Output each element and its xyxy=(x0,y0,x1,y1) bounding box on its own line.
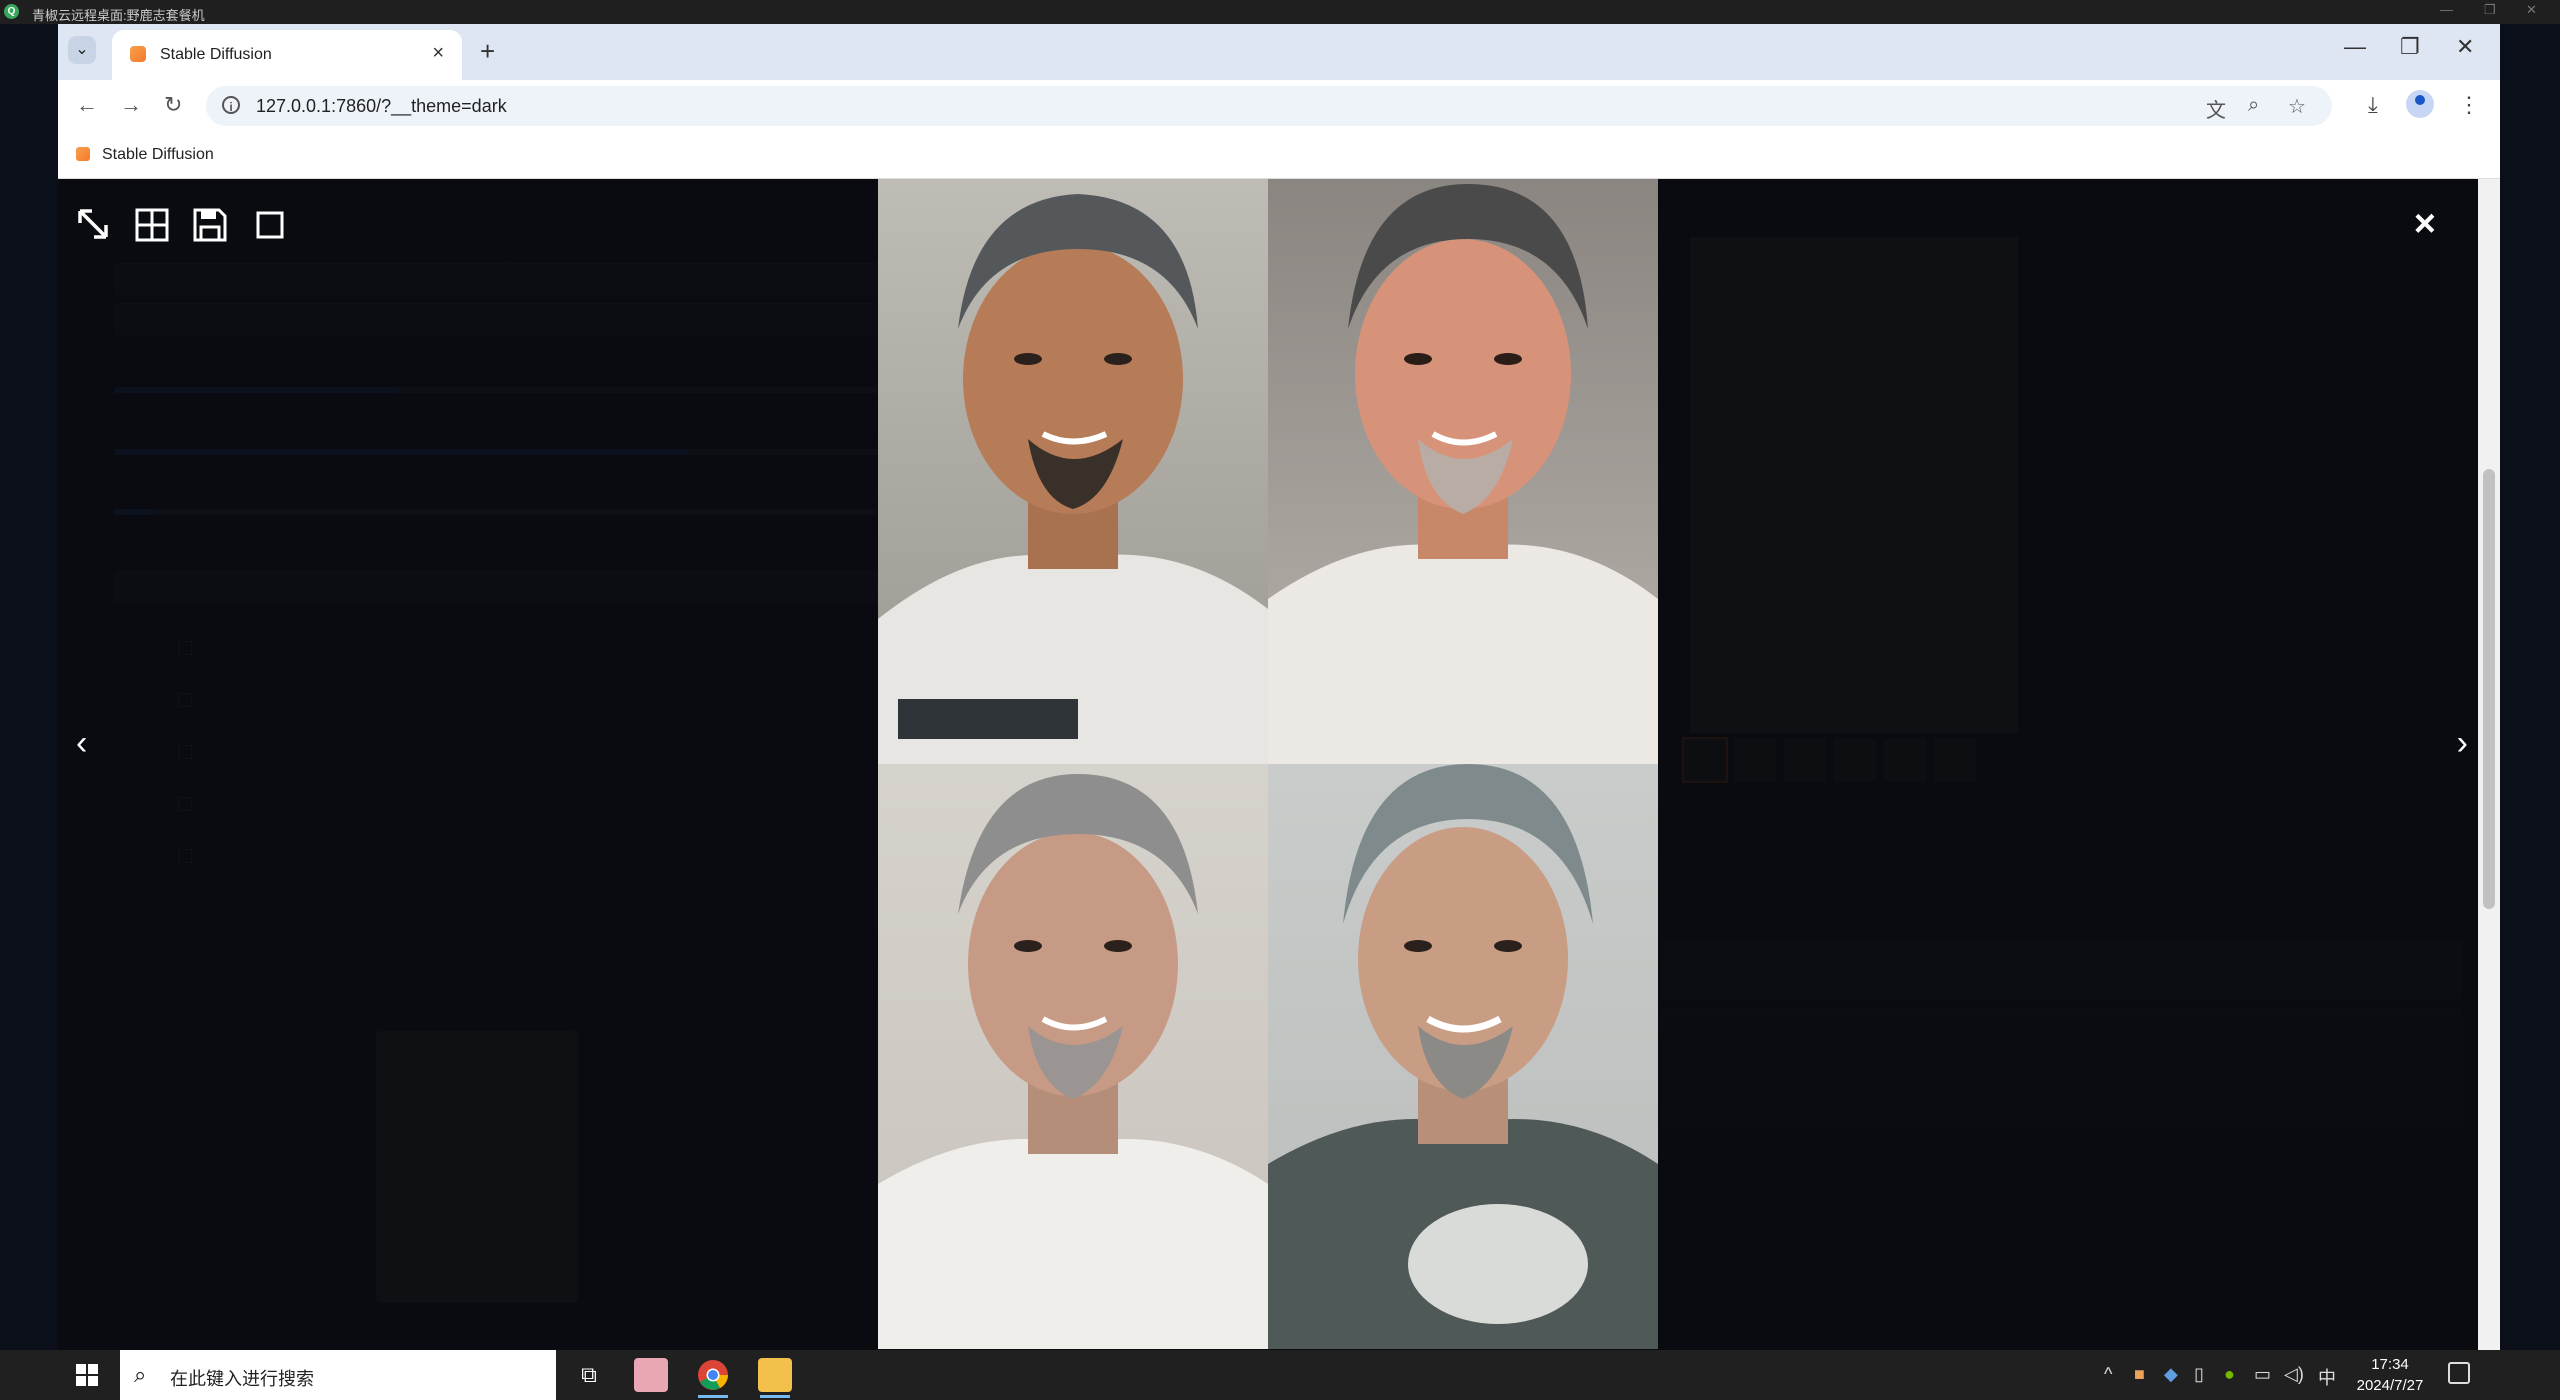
tray-usb-icon[interactable]: ▯ xyxy=(2194,1364,2204,1385)
bookmarks-bar: Stable Diffusion xyxy=(58,132,2500,179)
tab-close-icon[interactable]: × xyxy=(432,42,444,65)
zoom-toggle-icon[interactable] xyxy=(76,207,112,243)
tray-nvidia-icon[interactable]: ● xyxy=(2224,1364,2235,1385)
browser-window: ⌄ Stable Diffusion × + — ❐ ✕ ← → ↻ i 127… xyxy=(58,24,2500,1350)
clock-time: 17:34 xyxy=(2371,1356,2409,1373)
lightbox-image-grid[interactable] xyxy=(878,179,1658,1350)
remote-desktop-title: 青椒云远程桌面:野鹿志套餐机 xyxy=(32,8,205,23)
tab-search-button[interactable]: ⌄ xyxy=(68,36,96,64)
page-viewport: × ‹ › xyxy=(58,179,2478,1350)
bookmark-stable-diffusion[interactable]: Stable Diffusion xyxy=(102,146,214,164)
scrollbar-thumb[interactable] xyxy=(2483,469,2495,909)
task-view-icon[interactable]: ⧉ xyxy=(572,1358,606,1392)
taskbar-clock[interactable]: 17:34 2024/7/27 xyxy=(2340,1354,2440,1396)
save-icon[interactable] xyxy=(192,207,228,243)
network-icon[interactable]: ▭ xyxy=(2254,1364,2271,1385)
menu-icon[interactable]: ⋮ xyxy=(2458,92,2480,118)
new-tab-button[interactable]: + xyxy=(480,36,495,67)
reload-icon[interactable]: ↻ xyxy=(164,92,182,118)
search-icon: ⌕ xyxy=(134,1362,147,1387)
lightbox-prev-icon[interactable]: ‹ xyxy=(76,724,87,763)
site-info-icon[interactable]: i xyxy=(222,96,240,114)
fullscreen-icon[interactable] xyxy=(252,207,288,243)
minimize-button[interactable]: — xyxy=(2344,34,2366,60)
page-scrollbar[interactable] xyxy=(2478,179,2500,1350)
url-text[interactable]: 127.0.0.1:7860/?__theme=dark xyxy=(256,96,507,117)
ime-indicator[interactable]: 中 xyxy=(2318,1364,2336,1390)
remote-desktop-logo-icon: Q xyxy=(4,4,19,19)
tab-strip: ⌄ Stable Diffusion × + — ❐ ✕ xyxy=(58,24,2500,80)
tray-shield-icon[interactable]: ◆ xyxy=(2164,1364,2178,1385)
taskbar-search-box[interactable]: ⌕ 在此键入进行搜索 xyxy=(120,1350,556,1400)
tab-title: Stable Diffusion xyxy=(160,46,272,63)
portrait-2 xyxy=(1268,179,1658,764)
bookmark-star-icon[interactable]: ☆ xyxy=(2288,94,2306,119)
file-explorer-icon[interactable] xyxy=(758,1358,792,1398)
chrome-icon[interactable] xyxy=(696,1358,730,1398)
download-icon[interactable]: ⤓ xyxy=(2368,92,2378,118)
rd-close-button[interactable]: ✕ xyxy=(2526,2,2537,18)
taskbar: ⌕ 在此键入进行搜索 ⧉ ^ ■ ◆ ▯ ● ▭ ◁) 中 17:34 2024… xyxy=(0,1350,2560,1400)
profile-avatar[interactable] xyxy=(2406,90,2434,118)
remote-desktop-titlebar: Q 青椒云远程桌面:野鹿志套餐机 — ❐ ✕ xyxy=(0,0,2560,24)
tab-stable-diffusion[interactable]: Stable Diffusion × xyxy=(112,30,462,80)
app-anime-icon[interactable] xyxy=(634,1358,668,1392)
back-icon[interactable]: ← xyxy=(76,92,98,118)
portrait-1 xyxy=(878,179,1268,764)
restore-button[interactable]: ❐ xyxy=(2400,34,2420,60)
address-bar[interactable]: i 127.0.0.1:7860/?__theme=dark 文 ⌕ ☆ xyxy=(206,86,2332,126)
grid-icon[interactable] xyxy=(134,207,170,243)
translate-icon[interactable]: 文 xyxy=(2206,94,2226,123)
forward-icon[interactable]: → xyxy=(120,92,142,118)
tray-expand-icon[interactable]: ^ xyxy=(2104,1364,2112,1385)
lightbox-next-icon[interactable]: › xyxy=(2457,724,2468,763)
browser-toolbar: ← → ↻ i 127.0.0.1:7860/?__theme=dark 文 ⌕… xyxy=(58,80,2500,132)
lightbox-close-icon[interactable]: × xyxy=(2414,205,2436,243)
notification-icon[interactable] xyxy=(2448,1362,2470,1384)
favicon-icon xyxy=(130,46,146,62)
tray-app-icon[interactable]: ■ xyxy=(2134,1364,2145,1385)
portrait-4 xyxy=(1268,764,1658,1349)
start-windows-icon[interactable] xyxy=(76,1364,98,1386)
volume-icon[interactable]: ◁) xyxy=(2284,1364,2304,1385)
clock-date: 2024/7/27 xyxy=(2356,1377,2424,1394)
rd-minimize-button[interactable]: — xyxy=(2440,2,2453,17)
portrait-3 xyxy=(878,764,1268,1349)
bookmark-favicon-icon xyxy=(76,147,90,161)
zoom-icon[interactable]: ⌕ xyxy=(2248,94,2259,117)
close-window-button[interactable]: ✕ xyxy=(2456,34,2474,60)
search-placeholder: 在此键入进行搜索 xyxy=(170,1369,314,1389)
rd-restore-button[interactable]: ❐ xyxy=(2484,2,2496,18)
